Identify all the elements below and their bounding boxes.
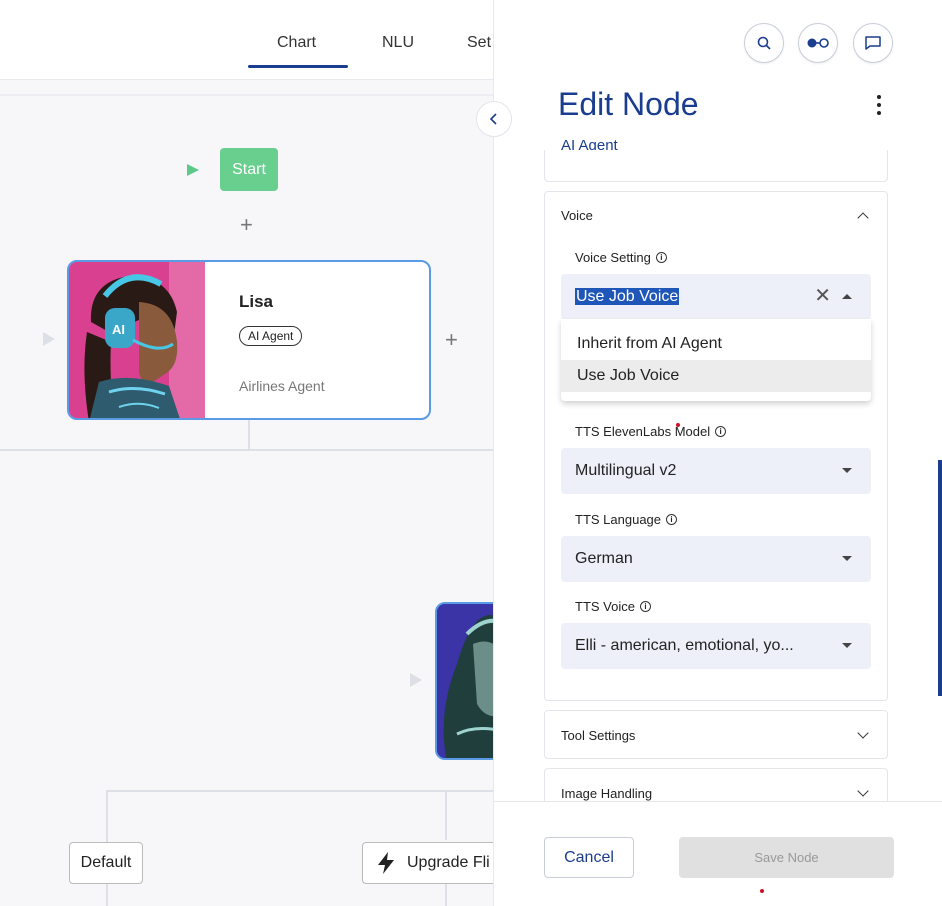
tab-nlu[interactable]: NLU: [382, 34, 414, 52]
chevron-up-icon[interactable]: [857, 212, 869, 224]
caret-up-icon[interactable]: [842, 294, 852, 299]
info-icon[interactable]: i: [655, 252, 667, 263]
cursor-marker: [676, 423, 680, 427]
chevron-left-icon: [489, 113, 497, 125]
start-node[interactable]: Start: [220, 148, 278, 191]
search-icon: [757, 36, 771, 50]
panel-title: Edit Node: [558, 86, 699, 122]
tool-settings-section[interactable]: Tool Settings: [544, 710, 888, 759]
add-node-icon[interactable]: +: [240, 214, 253, 236]
default-path-label: Default: [80, 854, 132, 871]
info-icon[interactable]: i: [666, 514, 678, 525]
caret-down-icon[interactable]: [842, 468, 852, 473]
agent-node-lisa[interactable]: AI Lisa AI Agent Airlines Agent: [67, 260, 431, 420]
tts-voice-select[interactable]: Elli - american, emotional, yo...: [561, 623, 871, 669]
start-play-icon: [187, 164, 199, 176]
tts-model-label: TTS ElevenLabs Model i: [575, 424, 727, 439]
upgrade-flight-label: Upgrade Fli: [407, 854, 490, 871]
voice-setting-label: Voice Setting i: [575, 250, 667, 265]
connector-line: [445, 884, 447, 906]
voice-setting-value-text: Use Job Voice: [575, 288, 680, 305]
tts-language-label: TTS Language i: [575, 512, 678, 527]
agent-type-badge: AI Agent: [239, 326, 303, 346]
node-entry-icon: [43, 332, 55, 346]
voice-section: Voice Voice Setting i Use Job Voice ✕ TT…: [544, 191, 888, 701]
tool-settings-title: Tool Settings: [561, 728, 636, 743]
caret-down-icon[interactable]: [842, 643, 852, 648]
tts-voice-label-text: TTS Voice: [575, 599, 635, 614]
chevron-down-icon[interactable]: [857, 727, 869, 739]
connector-line: [106, 790, 493, 792]
tab-chart[interactable]: Chart: [277, 34, 316, 52]
panel-footer: Cancel Save Node: [494, 801, 942, 906]
agent-description: Airlines Agent: [239, 378, 325, 394]
chevron-down-icon[interactable]: [857, 785, 869, 797]
connector-line: [445, 790, 447, 840]
edit-node-panel: Edit Node AI Agent Voice Voice Setting i…: [493, 0, 942, 906]
general-section: [544, 150, 888, 182]
active-tab-indicator: [248, 65, 348, 68]
tts-language-label-text: TTS Language: [575, 512, 662, 527]
tts-model-select[interactable]: Multilingual v2: [561, 448, 871, 494]
tts-voice-label: TTS Voice i: [575, 599, 651, 614]
image-handling-title: Image Handling: [561, 786, 653, 801]
info-icon[interactable]: i: [715, 426, 727, 437]
dropdown-option-job-voice[interactable]: Use Job Voice: [561, 360, 871, 392]
voice-section-title[interactable]: Voice: [561, 208, 593, 223]
default-path-button[interactable]: Default: [69, 842, 143, 884]
tts-model-label-text: TTS ElevenLabs Model: [575, 424, 711, 439]
cancel-button[interactable]: Cancel: [544, 837, 634, 878]
voice-setting-select[interactable]: Use Job Voice ✕: [561, 274, 871, 320]
save-node-button[interactable]: Save Node: [679, 837, 894, 878]
avatar-headset-text: AI: [112, 322, 125, 337]
add-node-icon[interactable]: +: [445, 329, 458, 351]
cursor-marker: [760, 889, 764, 893]
node-entry-icon: [410, 673, 422, 687]
connector-line: [0, 449, 493, 451]
toggle-icon: [807, 38, 829, 48]
search-button[interactable]: [744, 23, 784, 63]
top-nav-bar: Chart NLU Set: [0, 0, 493, 80]
tts-voice-value: Elli - american, emotional, yo...: [575, 637, 794, 654]
tts-model-value: Multilingual v2: [575, 462, 677, 479]
chat-button[interactable]: [853, 23, 893, 63]
connector-line: [248, 420, 250, 450]
voice-setting-label-text: Voice Setting: [575, 250, 651, 265]
tts-language-select[interactable]: German: [561, 536, 871, 582]
clear-selection-icon[interactable]: ✕: [814, 286, 831, 306]
dropdown-option-inherit[interactable]: Inherit from AI Agent: [561, 328, 871, 360]
voice-setting-value: Use Job Voice: [575, 288, 815, 306]
tts-language-value: German: [575, 550, 633, 567]
tab-settings[interactable]: Set: [467, 34, 491, 52]
collapse-panel-button[interactable]: [476, 101, 512, 137]
caret-down-icon[interactable]: [842, 556, 852, 561]
voice-setting-dropdown: Inherit from AI Agent Use Job Voice: [561, 319, 871, 401]
agent-name: Lisa: [239, 292, 274, 311]
kebab-menu-icon[interactable]: [874, 95, 884, 115]
agent-avatar: AI: [69, 262, 205, 418]
info-icon[interactable]: i: [639, 601, 651, 612]
bolt-icon: [378, 852, 394, 874]
toggle-view-button[interactable]: [798, 23, 838, 63]
scrollbar-thumb[interactable]: [938, 460, 942, 696]
chat-icon: [865, 36, 881, 50]
